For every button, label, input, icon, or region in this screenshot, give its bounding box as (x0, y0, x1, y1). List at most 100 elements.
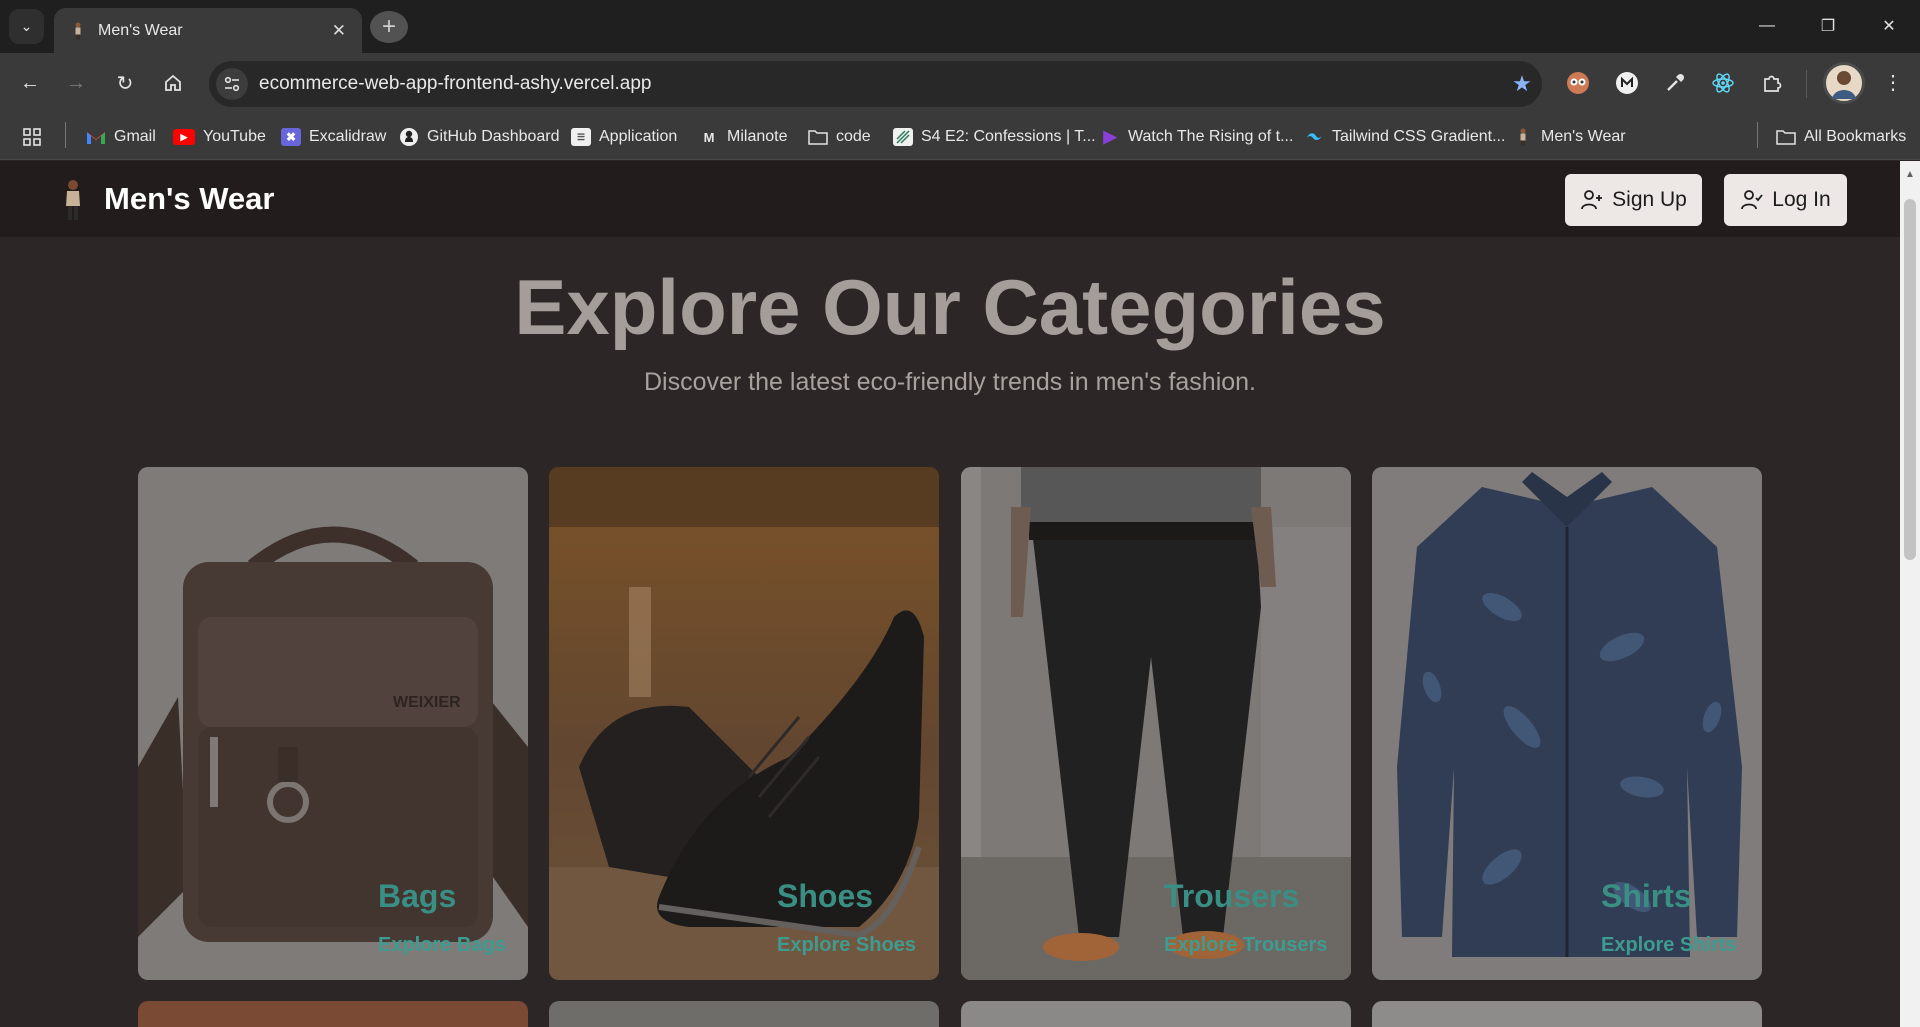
page-title: Explore Our Categories (514, 263, 1386, 351)
category-name: Bags (378, 878, 457, 914)
bookmark-label: Men's Wear (1541, 128, 1626, 145)
toolbar-divider (1806, 70, 1807, 98)
home-icon (165, 74, 181, 91)
play-icon: ▶ (1103, 127, 1117, 146)
forward-button[interactable]: → (60, 67, 92, 99)
gmail-icon (86, 128, 106, 146)
arrow-right-icon: → (66, 71, 86, 94)
react-devtools-icon[interactable] (1708, 68, 1738, 98)
tune-icon (224, 76, 240, 92)
sign-up-button[interactable]: Sign Up (1565, 174, 1702, 226)
home-button[interactable] (157, 67, 189, 99)
all-bookmarks-label: All Bookmarks (1804, 128, 1907, 145)
bookmark-label: GitHub Dashboard (427, 128, 560, 145)
close-tab-icon[interactable]: ✕ (332, 21, 346, 41)
bookmark-label: Excalidraw (309, 128, 387, 145)
tab-strip: ⌄ Men's Wear ✕ + — ❐ ✕ (0, 0, 1920, 53)
minimize-icon: — (1759, 17, 1775, 34)
page-subtitle: Discover the latest eco-friendly trends … (644, 368, 1256, 396)
minimize-button[interactable]: — (1742, 8, 1792, 44)
category-card-shoes[interactable]: Shoes Explore Shoes (549, 467, 939, 980)
folder-icon (1776, 128, 1796, 146)
tab-search-button[interactable]: ⌄ (9, 9, 44, 44)
arrow-left-icon: ← (20, 71, 40, 94)
bookmark-page-icon (893, 128, 913, 146)
bookmark-folder-code[interactable]: code (808, 123, 871, 151)
close-icon: ✕ (1882, 18, 1896, 35)
new-tab-button[interactable]: + (370, 11, 408, 43)
explore-link[interactable]: Explore Shirts (1601, 934, 1737, 957)
category-card-partial[interactable] (961, 1001, 1351, 1027)
bookmark-star-icon[interactable]: ★ (1502, 71, 1542, 97)
explore-link[interactable]: Explore Trousers (1164, 934, 1327, 957)
browser-tab[interactable]: Men's Wear ✕ (54, 8, 362, 53)
category-card-shirts[interactable]: Shirts Explore Shirts (1372, 467, 1762, 980)
category-card-partial[interactable] (138, 1001, 528, 1027)
site-info-button[interactable] (216, 68, 248, 100)
reload-icon: ↻ (116, 72, 134, 95)
excalidraw-icon: ✖ (281, 128, 301, 146)
browser-menu-icon[interactable]: ⋮ (1880, 68, 1906, 98)
close-window-button[interactable]: ✕ (1864, 8, 1914, 44)
profile-avatar[interactable] (1823, 62, 1865, 104)
bookmark-github[interactable]: GitHub Dashboard (399, 123, 560, 151)
page-scrollbar[interactable]: ▲ (1900, 161, 1920, 1027)
chevron-down-icon: ⌄ (20, 18, 33, 34)
brand-logo-icon[interactable] (62, 179, 84, 221)
tailwind-icon (1304, 128, 1324, 146)
bookmark-gmail[interactable]: Gmail (86, 123, 156, 151)
brand-name[interactable]: Men's Wear (104, 181, 274, 217)
bookmark-label: YouTube (203, 128, 266, 145)
bookmark-confessions[interactable]: S4 E2: Confessions | T... (893, 123, 1096, 151)
card-overlay (549, 467, 939, 980)
bookmark-excalidraw[interactable]: ✖ Excalidraw (281, 123, 386, 151)
bookmark-mens-wear[interactable]: Men's Wear (1513, 123, 1626, 151)
tab-title: Men's Wear (98, 21, 183, 39)
category-name: Shirts (1601, 878, 1692, 914)
mens-wear-favicon (70, 22, 86, 40)
bookmark-application[interactable]: ☰ Application (571, 123, 677, 151)
explore-link[interactable]: Explore Shoes (777, 934, 916, 957)
category-card-partial[interactable] (549, 1001, 939, 1027)
category-card-partial[interactable] (1372, 1001, 1762, 1027)
sign-up-label: Sign Up (1612, 188, 1687, 211)
restore-icon: ❐ (1820, 18, 1836, 35)
reload-button[interactable]: ↻ (109, 67, 141, 99)
bookmark-label: code (836, 128, 871, 145)
github-icon (399, 128, 419, 146)
category-card-trousers[interactable]: Trousers Explore Trousers (961, 467, 1351, 980)
card-overlay (1372, 467, 1762, 980)
extension-milanote-icon[interactable] (1612, 68, 1642, 98)
address-bar[interactable]: ecommerce-web-app-frontend-ashy.vercel.a… (209, 61, 1542, 107)
user-check-icon (1741, 190, 1763, 210)
url-text[interactable]: ecommerce-web-app-frontend-ashy.vercel.a… (259, 73, 1502, 95)
extension-owl-icon[interactable] (1563, 68, 1593, 98)
bookmarks-separator (1757, 122, 1758, 148)
all-bookmarks-button[interactable]: All Bookmarks (1776, 123, 1906, 151)
site-header: Men's Wear Sign Up Log In (0, 161, 1900, 237)
back-button[interactable]: ← (14, 67, 46, 99)
log-in-button[interactable]: Log In (1724, 174, 1847, 226)
category-card-bags[interactable]: WEIXIER Bags Explore Bags (138, 467, 528, 980)
bookmark-label: Tailwind CSS Gradient... (1332, 128, 1506, 145)
mens-wear-favicon (1513, 128, 1533, 146)
folder-icon (808, 128, 828, 146)
card-overlay (138, 467, 528, 980)
bookmark-watch-rising[interactable]: ▶ Watch The Rising of t... (1100, 123, 1293, 151)
apps-grid-icon[interactable] (22, 123, 42, 151)
category-name: Shoes (777, 878, 874, 914)
category-name: Trousers (1164, 878, 1300, 914)
application-icon: ☰ (571, 128, 591, 146)
scrollbar-thumb[interactable] (1904, 199, 1916, 560)
bookmark-milanote[interactable]: M Milanote (699, 123, 788, 151)
explore-link[interactable]: Explore Bags (378, 934, 506, 957)
scroll-up-arrow-icon[interactable]: ▲ (1905, 169, 1915, 180)
bookmark-youtube[interactable]: ▶ YouTube (173, 123, 266, 151)
restore-button[interactable]: ❐ (1803, 8, 1853, 44)
bookmark-tailwind[interactable]: Tailwind CSS Gradient... (1304, 123, 1505, 151)
browser-toolbar: ← → ↻ ecommerce-web-app-frontend-ashy.ve… (0, 53, 1920, 114)
eyedropper-icon[interactable] (1660, 68, 1690, 98)
bookmarks-separator (65, 122, 66, 148)
milanote-icon: M (703, 129, 715, 145)
extensions-puzzle-icon[interactable] (1757, 68, 1787, 98)
